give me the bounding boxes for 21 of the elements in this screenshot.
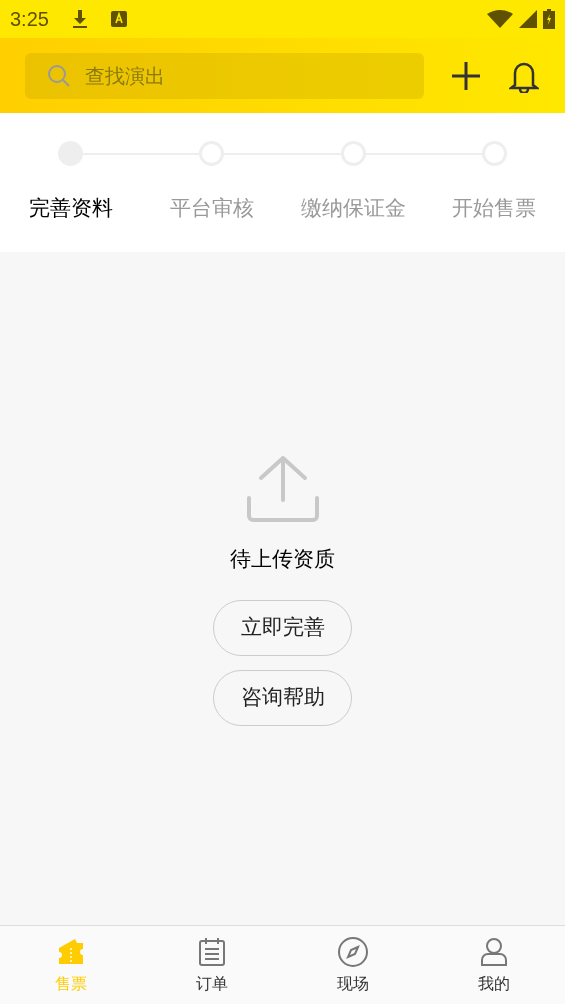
add-button[interactable] — [450, 59, 482, 92]
nav-tab[interactable]: 现场 — [282, 926, 424, 1004]
status-time: 3:25 — [10, 7, 49, 32]
wifi-icon — [487, 10, 513, 28]
empty-message: 待上传资质 — [230, 546, 335, 573]
nav-tab[interactable]: 我的 — [423, 926, 565, 1004]
compass-icon — [337, 936, 370, 968]
step-label: 缴纳保证金 — [300, 195, 406, 222]
step-label: 平台审核 — [169, 195, 254, 222]
upload-icon — [244, 454, 321, 524]
plus-icon — [450, 59, 482, 92]
nav-tab[interactable]: 订单 — [141, 926, 283, 1004]
step-label: 开始售票 — [452, 195, 537, 222]
signal-icon — [519, 10, 537, 28]
action-button[interactable]: 咨询帮助 — [213, 669, 352, 726]
keyboard-icon — [110, 11, 127, 27]
search-icon — [47, 63, 71, 88]
action-button[interactable]: 立即完善 — [213, 599, 352, 656]
download-icon — [70, 9, 89, 29]
battery-icon — [543, 9, 555, 29]
step-label: 完善资料 — [28, 195, 113, 222]
